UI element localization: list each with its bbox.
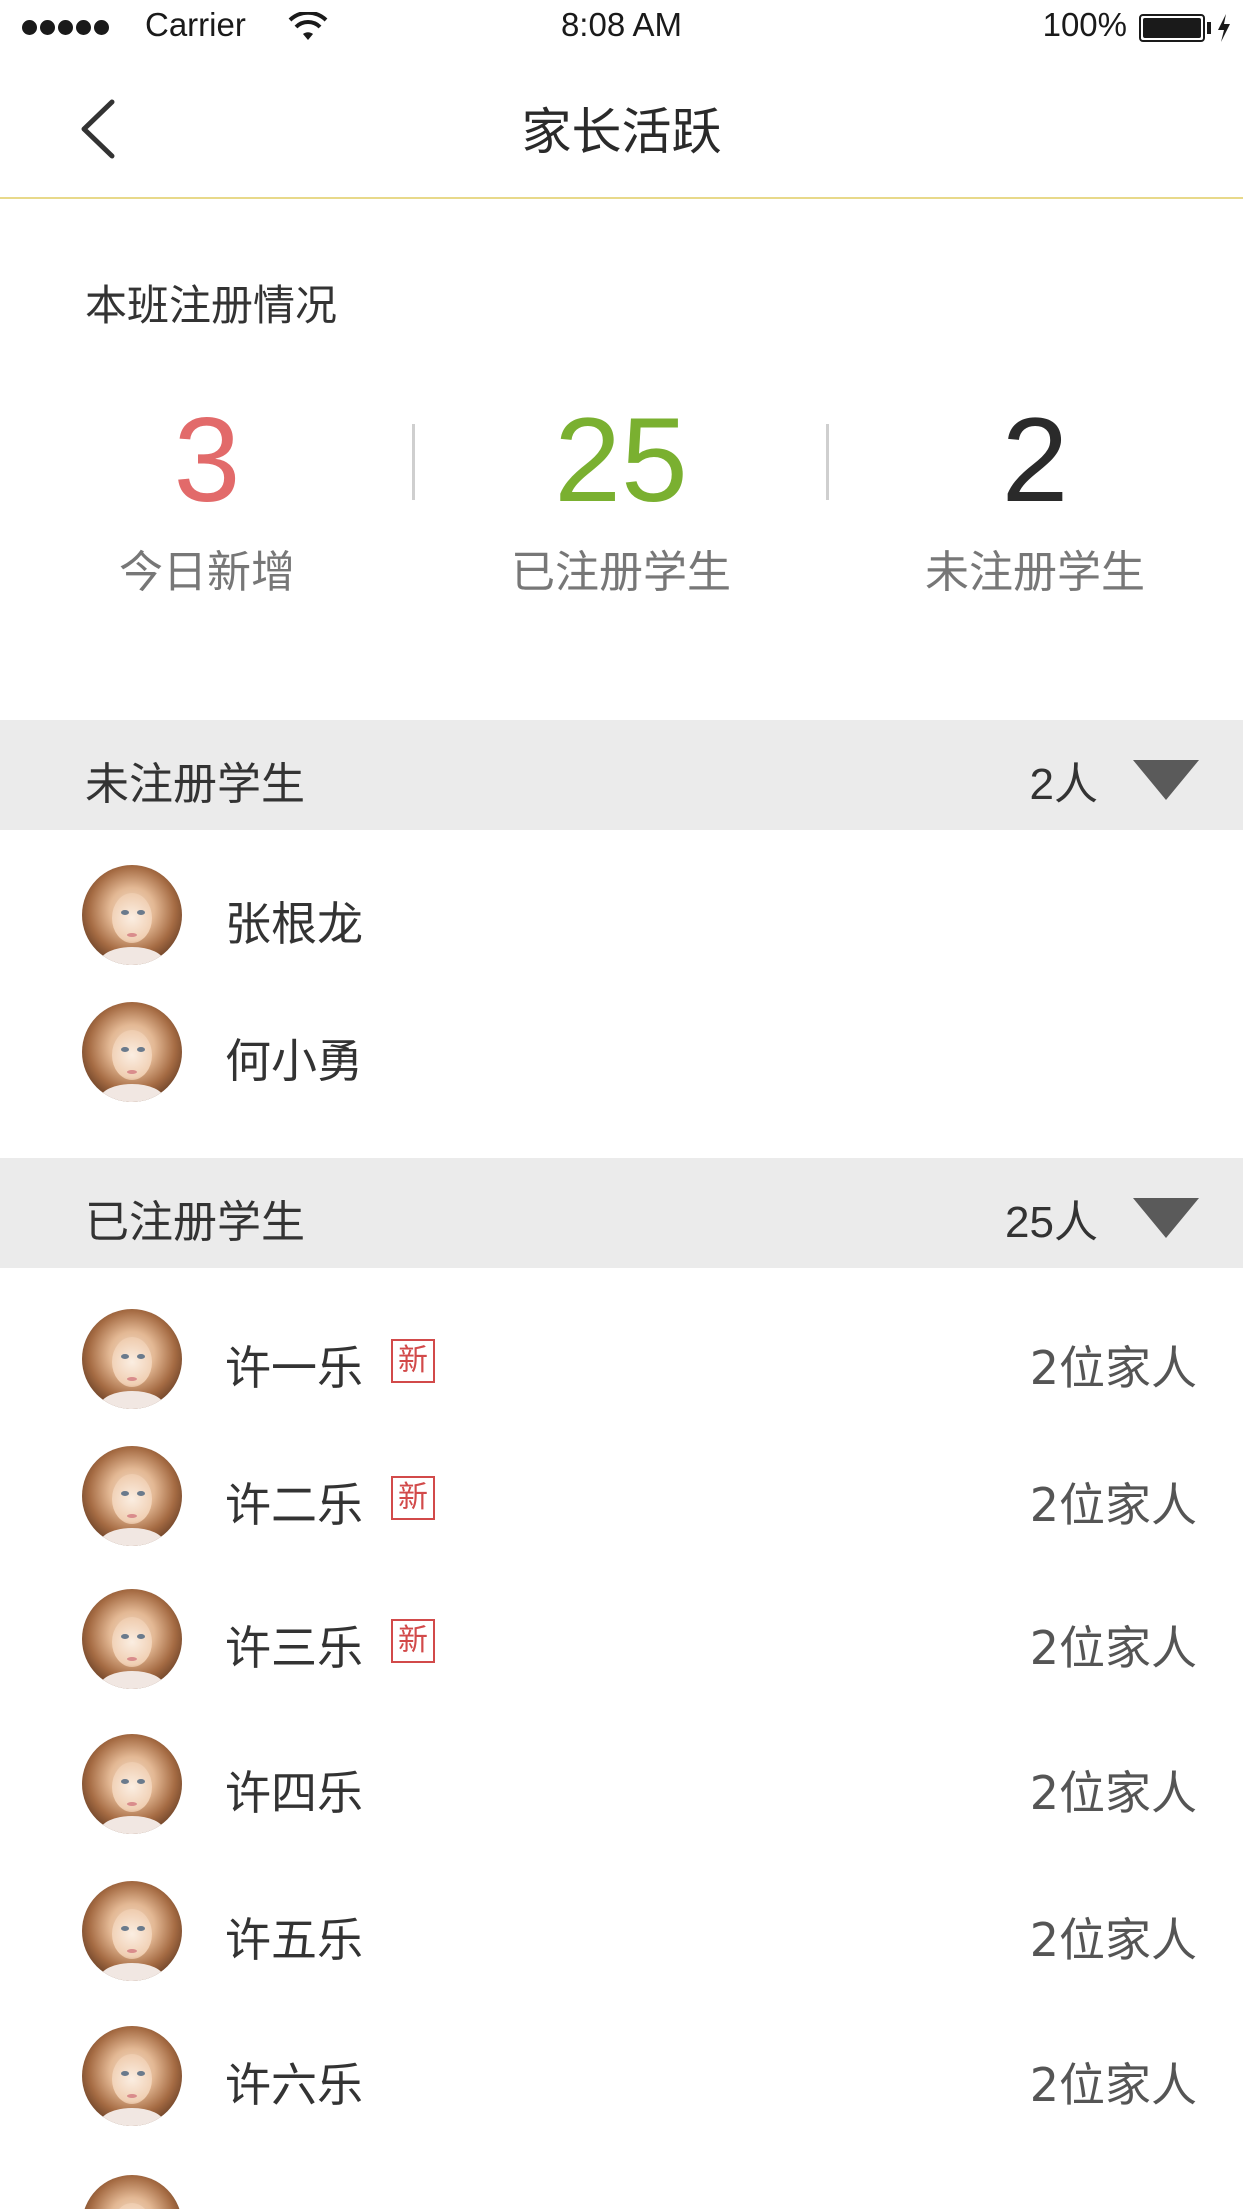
student-name: 许六乐 [225, 2058, 363, 2112]
student-name: 许五乐 [225, 1913, 363, 1967]
collapse-triangle-icon[interactable] [1133, 760, 1199, 800]
avatar [82, 1589, 182, 1689]
battery-percentage: 100% [1042, 6, 1127, 43]
list-item[interactable]: 许五乐 2位家人 [0, 1866, 1243, 1996]
section-title: 已注册学生 [85, 1197, 305, 1248]
stat-registered: 25 已注册学生 [414, 390, 828, 600]
new-badge: 新 [391, 1339, 435, 1383]
stat-label: 今日新增 [119, 547, 295, 598]
stat-value: 3 [173, 393, 241, 527]
page-title: 家长活跃 [521, 103, 722, 161]
section-title: 未注册学生 [85, 759, 305, 810]
family-count: 2位家人 [1029, 1478, 1197, 1532]
status-bar: Carrier 8:08 AM 100% [0, 0, 1243, 56]
student-name: 张根龙 [225, 897, 363, 951]
list-item[interactable]: 许四乐 2位家人 [0, 1719, 1243, 1849]
unregistered-section-header[interactable]: 未注册学生 2人 [0, 720, 1243, 830]
stats-panel: 3 今日新增 25 已注册学生 2 未注册学生 [0, 390, 1243, 610]
registered-section-header[interactable]: 已注册学生 25人 [0, 1158, 1243, 1268]
avatar [82, 1446, 182, 1546]
family-count: 2位家人 [1029, 1621, 1197, 1675]
family-count: 2位家人 [1029, 1341, 1197, 1395]
stat-value: 2 [1001, 393, 1069, 527]
stat-value: 25 [554, 393, 688, 527]
student-name: 许四乐 [225, 1766, 363, 1820]
stat-today-new: 3 今日新增 [0, 390, 414, 600]
avatar [82, 1881, 182, 1981]
avatar [82, 2175, 182, 2209]
student-name: 许一乐 [225, 1341, 363, 1395]
avatar [82, 1309, 182, 1409]
avatar [82, 2026, 182, 2126]
list-item[interactable]: 许三乐 新 2位家人 [0, 1574, 1243, 1704]
avatar [82, 865, 182, 965]
collapse-triangle-icon[interactable] [1133, 1198, 1199, 1238]
student-name: 许三乐 [225, 1621, 363, 1675]
stat-label: 已注册学生 [511, 547, 731, 598]
student-name: 许二乐 [225, 1478, 363, 1532]
family-count: 2位家人 [1029, 1913, 1197, 1967]
avatar [82, 1734, 182, 1834]
avatar [82, 1002, 182, 1102]
list-item[interactable]: 张根龙 [0, 850, 1243, 980]
summary-title: 本班注册情况 [85, 281, 338, 330]
list-item[interactable]: 许六乐 2位家人 [0, 2011, 1243, 2141]
charging-bolt-icon [1218, 14, 1230, 42]
battery-icon [1139, 14, 1205, 42]
nav-bar: 家长活跃 [0, 56, 1243, 199]
family-count: 2位家人 [1029, 2058, 1197, 2112]
list-item[interactable]: 何小勇 [0, 987, 1243, 1117]
new-badge: 新 [391, 1619, 435, 1663]
section-count: 2人 [1029, 760, 1098, 809]
section-count: 25人 [1005, 1198, 1098, 1247]
family-count: 2位家人 [1029, 1766, 1197, 1820]
list-item[interactable]: 许一乐 新 2位家人 [0, 1294, 1243, 1424]
list-item[interactable]: 许二乐 新 2位家人 [0, 1431, 1243, 1561]
stat-unregistered: 2 未注册学生 [828, 390, 1242, 600]
new-badge: 新 [391, 1476, 435, 1520]
battery-tip [1207, 22, 1211, 34]
list-item-partial[interactable] [0, 2160, 1243, 2209]
student-name: 何小勇 [225, 1034, 363, 1088]
stat-label: 未注册学生 [925, 547, 1145, 598]
